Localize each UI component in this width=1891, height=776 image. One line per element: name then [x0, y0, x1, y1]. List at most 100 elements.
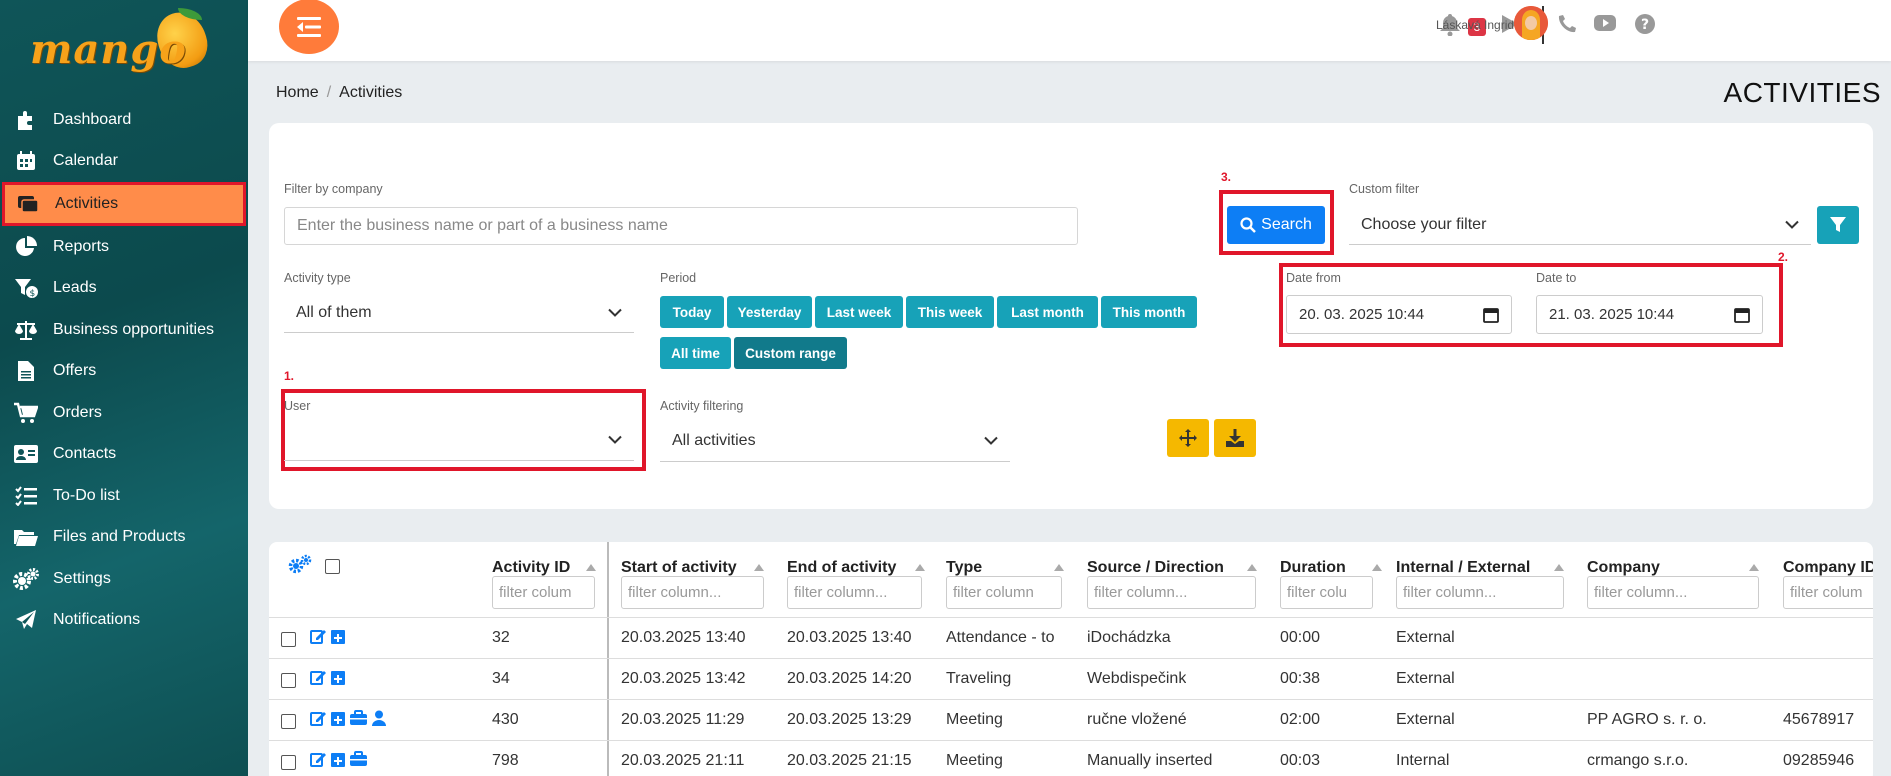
calendar-add-icon[interactable]: [330, 751, 346, 767]
row-checkbox[interactable]: [281, 632, 296, 647]
edit-icon[interactable]: [310, 669, 326, 685]
sort-arrow-icon[interactable]: [915, 564, 925, 571]
sidebar-item-orders[interactable]: Orders: [0, 392, 248, 434]
menu-toggle-button[interactable]: [279, 0, 339, 54]
sort-arrow-icon[interactable]: [1554, 564, 1564, 571]
sidebar-item-notifications[interactable]: Notifications: [0, 600, 248, 642]
cell-type: Traveling: [946, 670, 1012, 687]
period-all-time-button[interactable]: All time: [660, 337, 731, 369]
cell-start: 20.03.2025 11:29: [621, 711, 745, 728]
sort-arrow-icon[interactable]: [1054, 564, 1064, 571]
sidebar-item-contacts[interactable]: Contacts: [0, 434, 248, 476]
column-header-duration[interactable]: Duration: [1280, 559, 1346, 577]
search-button[interactable]: Search: [1227, 206, 1325, 244]
filter-duration[interactable]: filter colu: [1280, 576, 1373, 609]
period-yesterday-button[interactable]: Yesterday: [727, 296, 812, 328]
sidebar-item-offers[interactable]: Offers: [0, 351, 248, 393]
period-this-month-button[interactable]: This month: [1101, 296, 1197, 328]
filter-company-id[interactable]: filter colum: [1783, 576, 1873, 609]
period-last-month-button[interactable]: Last month: [997, 296, 1098, 328]
filter-start[interactable]: filter column...: [621, 576, 764, 609]
download-button[interactable]: [1214, 419, 1256, 457]
user-icon[interactable]: [371, 710, 387, 726]
company-filter-input[interactable]: Enter the business name or part of a bus…: [284, 207, 1078, 245]
period-this-week-button[interactable]: This week: [906, 296, 994, 328]
row-checkbox[interactable]: [281, 755, 296, 770]
column-header-type[interactable]: Type: [946, 559, 982, 577]
select-all-checkbox[interactable]: [325, 559, 340, 574]
calendar-add-icon[interactable]: [330, 628, 346, 644]
sort-arrow-icon[interactable]: [1372, 564, 1382, 571]
filter-activity-id[interactable]: filter colum: [492, 576, 595, 609]
sidebar-item-reports[interactable]: Reports: [0, 226, 248, 268]
avatar[interactable]: [1514, 6, 1548, 40]
column-header-start[interactable]: Start of activity: [621, 559, 737, 577]
table-row[interactable]: 34 20.03.2025 13:42 20.03.2025 14:20 Tra…: [269, 658, 1873, 699]
sidebar-item-dashboard[interactable]: Dashboard: [0, 99, 248, 141]
date-from-input[interactable]: 20. 03. 2025 10:44: [1286, 295, 1512, 334]
sidebar-item-leads[interactable]: $ Leads: [0, 268, 248, 310]
user-select[interactable]: [284, 419, 634, 461]
table-row[interactable]: 798 20.03.2025 21:11 20.03.2025 21:15 Me…: [269, 740, 1873, 776]
breadcrumb-home[interactable]: Home: [276, 84, 319, 101]
column-header-source[interactable]: Source / Direction: [1087, 559, 1224, 577]
help-icon[interactable]: ?: [1635, 14, 1655, 39]
cell-end: 20.03.2025 21:15: [787, 752, 912, 769]
filter-end[interactable]: filter column...: [787, 576, 922, 609]
table-row[interactable]: 32 20.03.2025 13:40 20.03.2025 13:40 Att…: [269, 617, 1873, 658]
filter-internal-external[interactable]: filter column...: [1396, 576, 1564, 609]
sort-arrow-icon[interactable]: [1749, 564, 1759, 571]
mango-logo[interactable]: mango: [28, 5, 218, 76]
user-name[interactable]: Láskavá Ingrid: [1436, 18, 1514, 32]
filter-company[interactable]: filter column...: [1587, 576, 1759, 609]
sidebar-item-activities[interactable]: Activities: [2, 182, 246, 226]
cell-duration: 00:38: [1280, 670, 1321, 687]
date-to-input[interactable]: 21. 03. 2025 10:44: [1536, 295, 1763, 334]
briefcase-icon[interactable]: [350, 710, 367, 726]
sort-arrow-icon[interactable]: [1247, 564, 1257, 571]
youtube-icon[interactable]: [1594, 14, 1616, 37]
filter-source[interactable]: filter column...: [1087, 576, 1256, 609]
edit-icon[interactable]: [310, 628, 326, 644]
phone-icon[interactable]: [1557, 14, 1577, 39]
sidebar-item-files-and-products[interactable]: Files and Products: [0, 517, 248, 559]
briefcase-icon[interactable]: [350, 751, 367, 767]
edit-icon[interactable]: [310, 751, 326, 767]
sidebar-item-label: To-Do list: [53, 486, 120, 504]
edit-icon[interactable]: [310, 710, 326, 726]
move-columns-button[interactable]: [1167, 419, 1209, 457]
sidebar-item-settings[interactable]: Settings: [0, 558, 248, 600]
period-today-button[interactable]: Today: [660, 296, 724, 328]
date-from-label: Date from: [1286, 271, 1341, 285]
sidebar-item-label: Contacts: [53, 445, 117, 463]
cell-internal-external: External: [1396, 711, 1455, 728]
column-header-internal-external[interactable]: Internal / External: [1396, 559, 1530, 577]
cell-activity-id: 798: [492, 752, 519, 769]
filter-type[interactable]: filter column: [946, 576, 1062, 609]
sort-arrow-icon[interactable]: [754, 564, 764, 571]
sidebar-item-business-opportunities[interactable]: Business opportunities: [0, 309, 248, 351]
table-row[interactable]: 430 20.03.2025 11:29 20.03.2025 13:29 Me…: [269, 699, 1873, 740]
period-custom-range-button[interactable]: Custom range: [734, 337, 847, 369]
sort-arrow-icon[interactable]: [586, 564, 596, 571]
row-checkbox[interactable]: [281, 714, 296, 729]
activity-filtering-select[interactable]: All activities: [660, 420, 1010, 462]
column-settings-button[interactable]: [288, 554, 312, 574]
sidebar-item-calendar[interactable]: Calendar: [0, 141, 248, 183]
column-header-activity-id[interactable]: Activity ID: [492, 559, 570, 577]
calendar-add-icon[interactable]: [330, 710, 346, 726]
cell-type: Meeting: [946, 711, 1003, 728]
custom-filter-select[interactable]: Choose your filter: [1349, 205, 1811, 245]
sidebar-item-todo-list[interactable]: To-Do list: [0, 475, 248, 517]
column-header-company-id[interactable]: Company ID: [1783, 559, 1873, 577]
search-icon: [1240, 217, 1257, 233]
apply-filter-button[interactable]: [1817, 206, 1859, 244]
calendar-add-icon[interactable]: [330, 669, 346, 685]
sidebar-item-label: Activities: [55, 195, 119, 212]
row-checkbox[interactable]: [281, 673, 296, 688]
column-header-company[interactable]: Company: [1587, 559, 1660, 577]
sidebar-item-label: Leads: [53, 279, 97, 297]
period-last-week-button[interactable]: Last week: [815, 296, 903, 328]
column-header-end[interactable]: End of activity: [787, 559, 896, 577]
activity-type-select[interactable]: All of them: [284, 293, 634, 333]
